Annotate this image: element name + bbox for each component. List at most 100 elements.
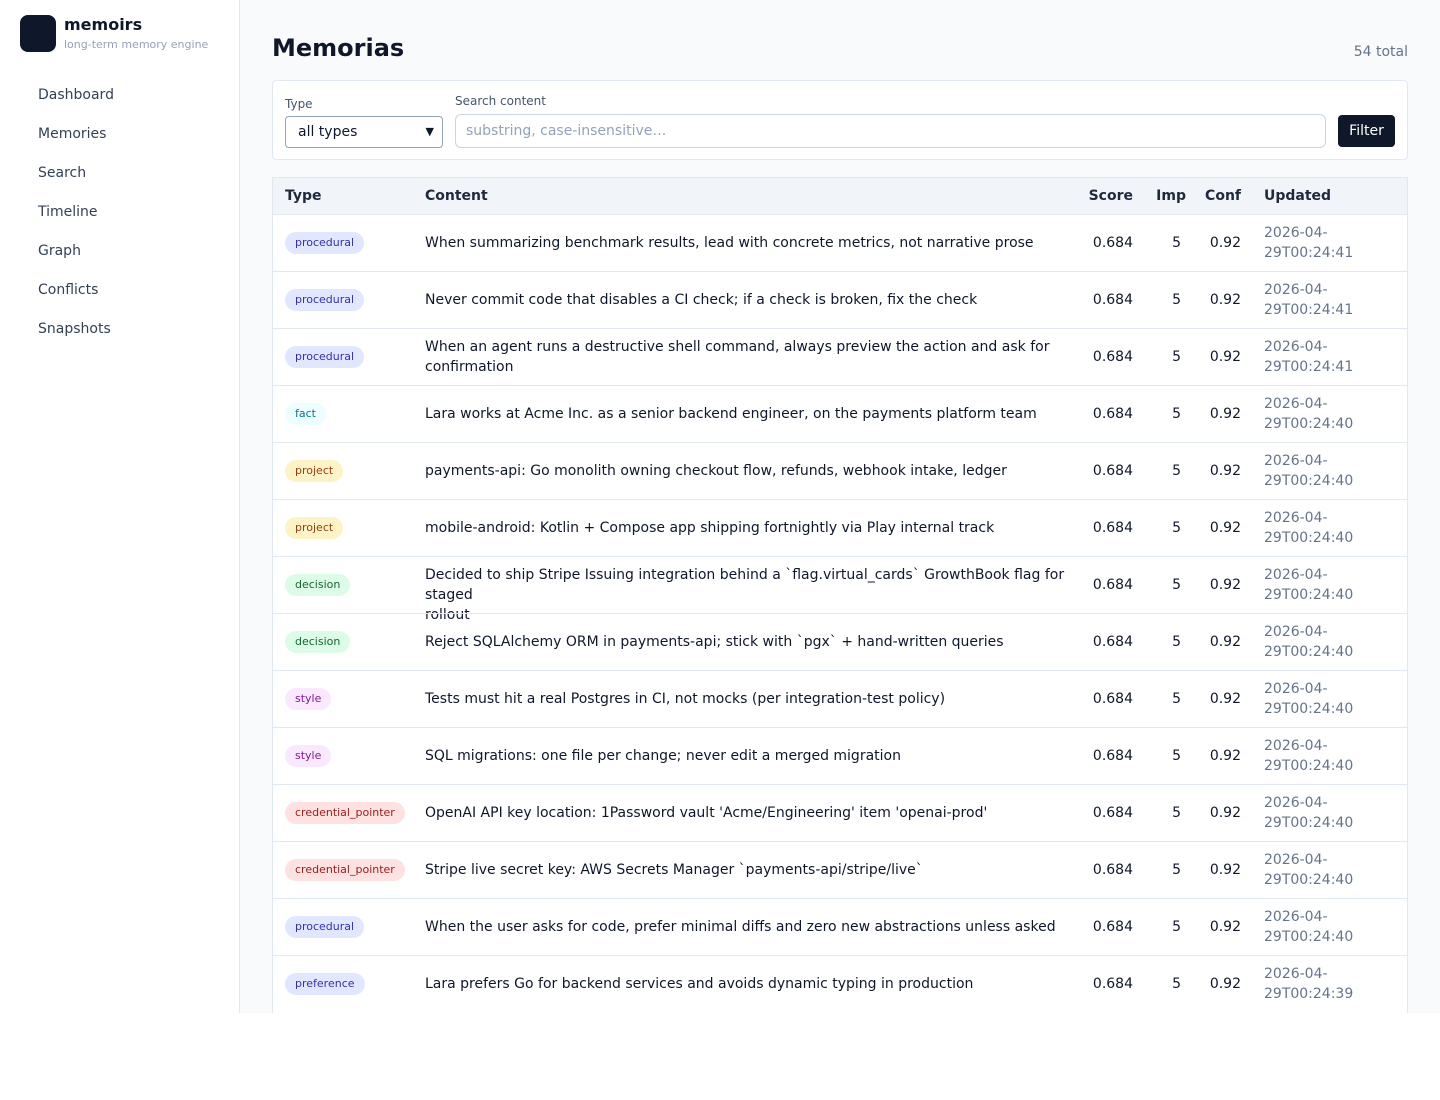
importance-value: 5 xyxy=(1172,577,1181,593)
updated-date: 2026-04- xyxy=(1264,396,1328,412)
table-row[interactable]: project mobile-android: Kotlin + Compose… xyxy=(273,499,1407,556)
type-filter-label: Type xyxy=(285,97,313,111)
confidence-value: 0.92 xyxy=(1209,520,1241,536)
importance-value: 5 xyxy=(1172,805,1181,821)
updated-date: 2026-04- xyxy=(1264,624,1328,640)
filter-button[interactable]: Filter xyxy=(1338,115,1395,147)
table-row[interactable]: credential_pointer Stripe live secret ke… xyxy=(273,841,1407,898)
confidence-value: 0.92 xyxy=(1209,235,1241,251)
memory-content: payments-api: Go monolith owning checkou… xyxy=(425,463,1007,479)
column-header-content[interactable]: Content xyxy=(425,178,488,214)
type-badge: decision xyxy=(285,574,351,596)
updated-timestamp: 2026-04- 29T00:24:41 xyxy=(1264,280,1364,320)
updated-date: 2026-04- xyxy=(1264,339,1328,355)
table-row[interactable]: procedural When summarizing benchmark re… xyxy=(273,214,1407,271)
updated-time: 29T00:24:39 xyxy=(1264,986,1354,1002)
confidence-value: 0.92 xyxy=(1209,748,1241,764)
memory-content: Lara works at Acme Inc. as a senior back… xyxy=(425,406,1037,422)
updated-date: 2026-04- xyxy=(1264,795,1328,811)
updated-time: 29T00:24:40 xyxy=(1264,473,1354,489)
column-header-conf[interactable]: Conf xyxy=(1205,178,1241,214)
column-header-type[interactable]: Type xyxy=(285,178,322,214)
filter-bar: Type all types ▼ Search content substrin… xyxy=(272,80,1408,160)
sidebar-item-graph[interactable]: Graph xyxy=(20,232,220,271)
importance-value: 5 xyxy=(1172,976,1181,992)
updated-time: 29T00:24:40 xyxy=(1264,815,1354,831)
table-row[interactable]: decision Decided to ship Stripe Issuing … xyxy=(273,556,1407,623)
score-value: 0.684 xyxy=(1092,634,1133,650)
updated-timestamp: 2026-04- 29T00:24:40 xyxy=(1264,565,1364,605)
table-row[interactable]: style SQL migrations: one file per chang… xyxy=(273,727,1407,784)
updated-date: 2026-04- xyxy=(1264,225,1328,241)
table-row[interactable]: preference Lara prefers Go for backend s… xyxy=(273,955,1407,1012)
sidebar-item-conflicts[interactable]: Conflicts xyxy=(20,271,220,310)
confidence-value: 0.92 xyxy=(1209,862,1241,878)
sidebar-item-memories[interactable]: Memories xyxy=(20,115,220,154)
type-badge: procedural xyxy=(285,289,365,311)
sidebar-item-snapshots[interactable]: Snapshots xyxy=(20,310,220,349)
type-badge: project xyxy=(285,460,344,482)
column-header-score[interactable]: Score xyxy=(1089,178,1133,214)
importance-value: 5 xyxy=(1172,292,1181,308)
table-row[interactable]: fact Lara works at Acme Inc. as a senior… xyxy=(273,385,1407,442)
memory-content: Reject SQLAlchemy ORM in payments-api; s… xyxy=(425,634,1004,650)
updated-time: 29T00:24:40 xyxy=(1264,530,1354,546)
column-header-imp[interactable]: Imp xyxy=(1156,178,1186,214)
memory-content: mobile-android: Kotlin + Compose app shi… xyxy=(425,520,995,536)
importance-value: 5 xyxy=(1172,406,1181,422)
updated-time: 29T00:24:40 xyxy=(1264,758,1354,774)
updated-timestamp: 2026-04- 29T00:24:40 xyxy=(1264,850,1364,890)
sidebar-item-timeline[interactable]: Timeline xyxy=(20,193,220,232)
sidebar-item-search[interactable]: Search xyxy=(20,154,220,193)
table-row[interactable]: credential_pointer OpenAI API key locati… xyxy=(273,784,1407,841)
score-value: 0.684 xyxy=(1092,691,1133,707)
updated-timestamp: 2026-04- 29T00:24:40 xyxy=(1264,679,1364,719)
type-badge: procedural xyxy=(285,916,365,938)
updated-timestamp: 2026-04- 29T00:24:39 xyxy=(1264,964,1364,1004)
updated-timestamp: 2026-04- 29T00:24:40 xyxy=(1264,622,1364,662)
memories-table: Type Content Score Imp Conf Updated proc… xyxy=(272,177,1408,1013)
updated-date: 2026-04- xyxy=(1264,966,1328,982)
app-tagline: long-term memory engine xyxy=(64,38,209,51)
importance-value: 5 xyxy=(1172,634,1181,650)
table-header: Type Content Score Imp Conf Updated xyxy=(273,178,1407,214)
chevron-down-icon: ▼ xyxy=(425,125,434,138)
search-input[interactable]: substring, case-insensitive… xyxy=(455,114,1326,148)
type-badge: style xyxy=(285,688,332,710)
brand-text: memoirs long-term memory engine xyxy=(64,15,208,54)
score-value: 0.684 xyxy=(1092,520,1133,536)
updated-timestamp: 2026-04- 29T00:24:40 xyxy=(1264,793,1364,833)
updated-time: 29T00:24:40 xyxy=(1264,587,1354,603)
score-value: 0.684 xyxy=(1092,919,1133,935)
sidebar-item-dashboard[interactable]: Dashboard xyxy=(20,76,220,115)
type-badge: procedural xyxy=(285,346,365,368)
importance-value: 5 xyxy=(1172,520,1181,536)
table-row[interactable]: procedural Never commit code that disabl… xyxy=(273,271,1407,328)
memory-content-line: Decided to ship Stripe Issuing integrati… xyxy=(425,567,1065,603)
type-select[interactable]: all types ▼ xyxy=(285,116,443,148)
table-row[interactable]: decision Reject SQLAlchemy ORM in paymen… xyxy=(273,613,1407,670)
score-value: 0.684 xyxy=(1092,292,1133,308)
app-logo-icon xyxy=(20,15,56,52)
confidence-value: 0.92 xyxy=(1209,577,1241,593)
importance-value: 5 xyxy=(1172,235,1181,251)
updated-timestamp: 2026-04- 29T00:24:40 xyxy=(1264,394,1364,434)
updated-date: 2026-04- xyxy=(1264,453,1328,469)
importance-value: 5 xyxy=(1172,862,1181,878)
updated-date: 2026-04- xyxy=(1264,909,1328,925)
type-badge: credential_pointer xyxy=(285,859,405,881)
score-value: 0.684 xyxy=(1092,805,1133,821)
confidence-value: 0.92 xyxy=(1209,976,1241,992)
importance-value: 5 xyxy=(1172,748,1181,764)
brand[interactable]: memoirs long-term memory engine xyxy=(20,15,208,54)
updated-time: 29T00:24:41 xyxy=(1264,245,1354,261)
app-name: memoirs xyxy=(64,15,143,34)
table-row[interactable]: procedural When an agent runs a destruct… xyxy=(273,328,1407,385)
table-row[interactable]: style Tests must hit a real Postgres in … xyxy=(273,670,1407,727)
column-header-updated[interactable]: Updated xyxy=(1264,178,1331,214)
table-row[interactable]: procedural When the user asks for code, … xyxy=(273,898,1407,955)
updated-time: 29T00:24:40 xyxy=(1264,644,1354,660)
table-row[interactable]: project payments-api: Go monolith owning… xyxy=(273,442,1407,499)
memory-content-line: When an agent runs a destructive shell c… xyxy=(425,339,1050,355)
confidence-value: 0.92 xyxy=(1209,406,1241,422)
